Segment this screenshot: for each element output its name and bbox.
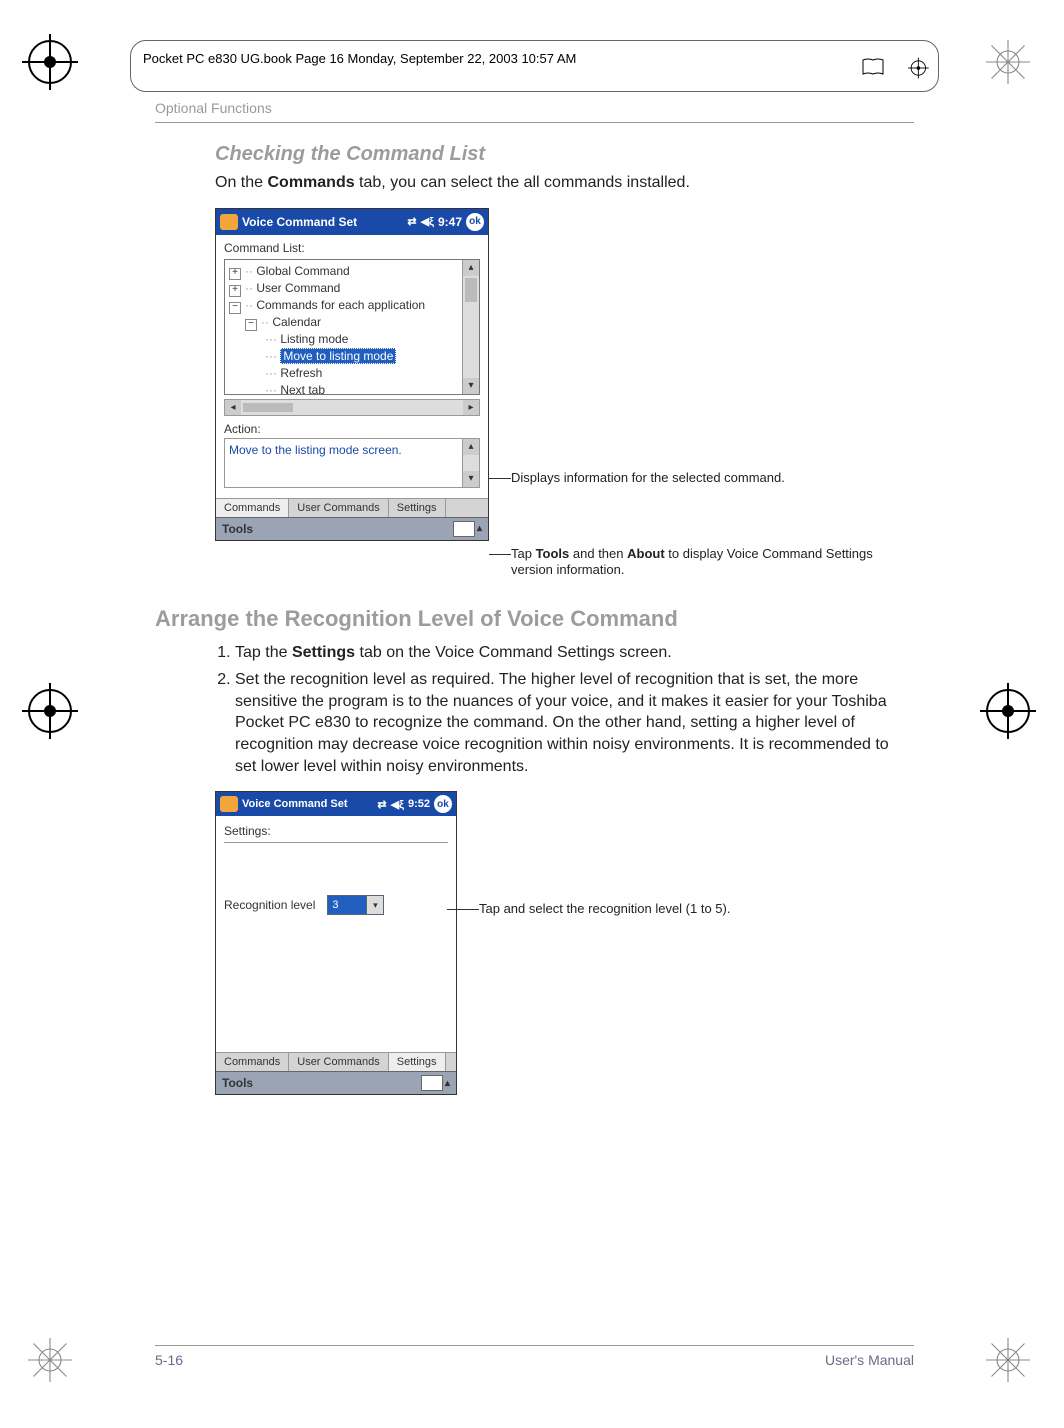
tree-item[interactable]: ··· Listing mode xyxy=(229,331,458,348)
tree-item[interactable]: ··· Next tab xyxy=(229,382,458,394)
speaker-icon[interactable]: ◀ξ xyxy=(421,215,434,228)
tab-commands[interactable]: Commands xyxy=(216,499,289,517)
crop-mark-starburst xyxy=(28,1338,78,1388)
screenshot-settings: Voice Command Set ⇄ ◀ξ 9:52 ok Settings:… xyxy=(215,791,457,1095)
text: On the xyxy=(215,174,267,191)
step-item: Set the recognition level as required. T… xyxy=(235,669,914,777)
recognition-level-select[interactable]: 3 ▾ xyxy=(327,895,384,915)
connectivity-icon[interactable]: ⇄ xyxy=(407,215,416,228)
horizontal-scrollbar[interactable]: ◂ ▸ xyxy=(224,399,480,416)
start-flag-icon[interactable] xyxy=(220,214,238,230)
framemaker-header: Pocket PC e830 UG.book Page 16 Monday, S… xyxy=(130,40,939,92)
crop-mark-starburst xyxy=(986,1338,1036,1388)
tab-settings[interactable]: Settings xyxy=(389,499,446,517)
scroll-thumb[interactable] xyxy=(465,278,477,302)
tree-item-selected[interactable]: ··· Move to listing mode xyxy=(229,348,458,365)
scroll-thumb[interactable] xyxy=(243,403,293,412)
tree-item[interactable]: +·· Global Command xyxy=(229,263,458,280)
scroll-up-icon[interactable]: ▴ xyxy=(463,260,479,276)
tree-item[interactable]: +·· User Command xyxy=(229,280,458,297)
menu-bar: Tools ▴ xyxy=(216,517,488,540)
recognition-label: Recognition level xyxy=(224,898,315,912)
recognition-level-value: 3 xyxy=(328,896,366,914)
action-textbox: Move to the listing mode screen. ▴ ▾ xyxy=(224,438,480,488)
connectivity-icon[interactable]: ⇄ xyxy=(377,798,386,811)
window-title: Voice Command Set xyxy=(242,215,357,229)
dropdown-arrow-icon[interactable]: ▾ xyxy=(366,896,383,914)
scroll-down-icon[interactable]: ▾ xyxy=(463,471,479,487)
callout-column: Displays information for the selected co… xyxy=(511,208,914,578)
callout-column: Tap and select the recognition level (1 … xyxy=(479,791,914,1091)
page-footer: 5-16 User's Manual xyxy=(155,1345,914,1368)
page-number: 5-16 xyxy=(155,1352,183,1368)
crop-mark-target xyxy=(28,40,78,90)
tree-item[interactable]: −·· Commands for each application xyxy=(229,297,458,314)
tab-settings[interactable]: Settings xyxy=(389,1053,446,1071)
keyboard-icon[interactable] xyxy=(453,521,475,537)
tools-menu[interactable]: Tools xyxy=(222,522,253,536)
book-icon xyxy=(862,58,884,79)
scroll-down-icon[interactable]: ▾ xyxy=(463,378,479,394)
numbered-steps: Tap the Settings tab on the Voice Comman… xyxy=(235,642,914,778)
framemaker-header-text: Pocket PC e830 UG.book Page 16 Monday, S… xyxy=(143,51,576,66)
scroll-up-icon[interactable]: ▴ xyxy=(463,439,479,455)
tree-item[interactable]: ··· Refresh xyxy=(229,365,458,382)
tab-bar: Commands User Commands Settings xyxy=(216,1052,456,1071)
menu-bar: Tools ▴ xyxy=(216,1071,456,1094)
step-item: Tap the Settings tab on the Voice Comman… xyxy=(235,642,914,664)
input-panel-up-icon[interactable]: ▴ xyxy=(477,523,482,534)
callout-recognition-level: Tap and select the recognition level (1 … xyxy=(479,901,730,917)
settings-label: Settings: xyxy=(224,824,448,838)
crop-mark-target xyxy=(986,689,1036,739)
window-titlebar: Voice Command Set ⇄ ◀ξ 9:47 ok xyxy=(216,209,488,235)
bold-text: Commands xyxy=(267,174,354,191)
ok-button[interactable]: ok xyxy=(466,213,484,231)
running-head: Optional Functions xyxy=(155,100,914,123)
text: tab, you can select the all commands ins… xyxy=(355,174,690,191)
tab-user-commands[interactable]: User Commands xyxy=(289,499,389,517)
start-flag-icon[interactable] xyxy=(220,796,238,812)
screenshot-commands: Voice Command Set ⇄ ◀ξ 9:47 ok Command L… xyxy=(215,208,489,541)
vertical-scrollbar[interactable]: ▴ ▾ xyxy=(462,439,479,487)
crop-mark-target xyxy=(911,60,926,75)
crop-mark-target xyxy=(28,689,78,739)
window-titlebar: Voice Command Set ⇄ ◀ξ 9:52 ok xyxy=(216,792,456,816)
clock: 9:52 xyxy=(408,798,430,810)
callout-tools-about: Tap Tools and then About to display Voic… xyxy=(511,546,914,579)
action-label: Action: xyxy=(216,420,488,438)
action-text-content: Move to the listing mode screen. xyxy=(225,439,462,487)
footer-doc-title: User's Manual xyxy=(825,1352,914,1368)
ok-button[interactable]: ok xyxy=(434,795,452,813)
section-title-2: Arrange the Recognition Level of Voice C… xyxy=(155,606,914,632)
scroll-left-icon[interactable]: ◂ xyxy=(225,400,241,415)
section-title-1: Checking the Command List xyxy=(215,143,914,166)
callout-action-info: Displays information for the selected co… xyxy=(511,470,785,486)
scroll-right-icon[interactable]: ▸ xyxy=(463,400,479,415)
speaker-icon[interactable]: ◀ξ xyxy=(391,798,404,811)
command-list-label: Command List: xyxy=(216,235,488,257)
tab-bar: Commands User Commands Settings xyxy=(216,498,488,517)
keyboard-icon[interactable] xyxy=(421,1075,443,1091)
input-panel-up-icon[interactable]: ▴ xyxy=(445,1078,450,1089)
tab-user-commands[interactable]: User Commands xyxy=(289,1053,389,1071)
tools-menu[interactable]: Tools xyxy=(222,1076,253,1090)
clock: 9:47 xyxy=(438,215,462,229)
tab-commands[interactable]: Commands xyxy=(216,1053,289,1071)
crop-mark-starburst xyxy=(986,40,1036,90)
vertical-scrollbar[interactable]: ▴ ▾ xyxy=(462,260,479,394)
section1-body: On the Commands tab, you can select the … xyxy=(215,172,914,194)
command-tree: +·· Global Command +·· User Command −·· … xyxy=(224,259,480,395)
divider xyxy=(224,842,448,843)
tree-item[interactable]: −·· Calendar xyxy=(229,314,458,331)
window-title: Voice Command Set xyxy=(242,798,348,810)
